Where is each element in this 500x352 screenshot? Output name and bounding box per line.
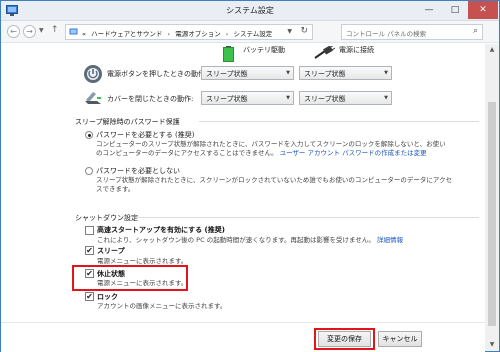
battery-column-header: バッテリ駆動 <box>243 46 285 54</box>
plugged-column-header: 電源に接続 <box>339 46 374 54</box>
hibernate-checkbox[interactable]: ✔ <box>85 269 94 278</box>
search-placeholder: コントロール パネルの検索 <box>346 30 427 38</box>
navigation-bar: ← → ▼ ↑ « ハードウェアとサウンド › 電源オプション › システム設定… <box>1 21 499 43</box>
wake-password-heading: スリープ解除時のパスワード保護 <box>75 118 180 126</box>
section-divider <box>199 121 479 122</box>
power-button-plugged-select[interactable]: スリープ状態 ▼ <box>299 66 392 80</box>
lid-close-label: カバーを閉じたときの動作: <box>107 95 194 103</box>
no-password-label[interactable]: パスワードを必要としない <box>96 166 180 176</box>
scrollbar-thumb[interactable] <box>488 102 496 326</box>
battery-icon <box>223 46 234 62</box>
lid-close-plugged-select[interactable]: スリープ状態 ▼ <box>299 91 392 105</box>
lid-close-battery-select[interactable]: スリープ状態 ▼ <box>201 91 294 105</box>
require-password-desc-2: のコンピューターのデータにアクセスすることはできません。 <box>96 149 278 157</box>
chevron-down-icon: ▼ <box>384 95 388 101</box>
select-value: スリープ状態 <box>206 95 248 103</box>
power-button-icon <box>84 65 102 83</box>
lock-label[interactable]: ロック <box>97 292 118 302</box>
chevron-down-icon: ▼ <box>384 70 388 76</box>
fast-startup-desc-text: これにより、シャットダウン後の PC の起動時間が速くなります。再起動は影響を受… <box>97 236 375 244</box>
breadcrumb-power-options[interactable]: 電源オプション <box>175 30 221 38</box>
breadcrumb-separator: › <box>225 30 229 38</box>
cancel-button[interactable]: キャンセル <box>378 331 422 347</box>
breadcrumb-separator: › <box>167 30 171 38</box>
require-password-radio[interactable] <box>85 131 93 139</box>
hibernate-label[interactable]: 休止状態 <box>97 269 125 279</box>
shutdown-heading: シャットダウン設定 <box>75 214 138 222</box>
breadcrumb-hardware-sound[interactable]: ハードウェアとサウンド <box>91 30 162 38</box>
no-password-desc-2: スできます。 <box>96 185 135 193</box>
section-divider <box>135 217 479 218</box>
sleep-checkbox[interactable]: ✔ <box>85 246 94 255</box>
select-value: スリープ状態 <box>304 70 346 78</box>
power-button-label: 電源ボタンを押したときの動作: <box>107 70 208 78</box>
refresh-icon[interactable]: ↻ <box>300 26 308 36</box>
address-bar[interactable]: « ハードウェアとサウンド › 電源オプション › システム設定 ▼ ↻ <box>65 24 313 40</box>
chevron-down-icon: ▼ <box>286 95 290 101</box>
power-plug-icon <box>314 46 335 59</box>
settings-content: バッテリ駆動 電源に接続 電源ボタンを押したときの動作: スリープ状態 ▼ スリ… <box>1 44 485 322</box>
more-info-link[interactable]: 詳細情報 <box>377 236 403 244</box>
search-icon[interactable]: ⌕ <box>473 26 478 36</box>
fast-startup-desc: これにより、シャットダウン後の PC の起動時間が速くなります。再起動は影響を受… <box>97 236 403 246</box>
minimize-button[interactable]: — <box>416 1 442 19</box>
address-dropdown-icon[interactable]: ▼ <box>287 28 292 35</box>
lock-checkbox[interactable]: ✔ <box>85 292 94 301</box>
no-password-radio[interactable] <box>85 167 93 175</box>
search-box[interactable]: コントロール パネルの検索 ⌕ <box>341 24 483 40</box>
hibernate-desc: 電源メニューに表示されます。 <box>97 279 188 287</box>
breadcrumb: « ハードウェアとサウンド › 電源オプション › システム設定 <box>82 28 272 38</box>
select-value: スリープ状態 <box>304 95 346 103</box>
title-bar: システム設定 — □ ✕ <box>1 1 499 21</box>
forward-button[interactable]: → <box>23 25 36 38</box>
recent-pages-dropdown-icon[interactable]: ▼ <box>39 27 44 34</box>
scroll-up-icon[interactable]: ▲ <box>485 44 499 56</box>
close-button[interactable]: ✕ <box>468 1 498 19</box>
vertical-scrollbar[interactable]: ▲ ▼ <box>485 44 499 351</box>
laptop-lid-icon <box>85 92 101 104</box>
scroll-down-icon[interactable]: ▼ <box>485 339 499 351</box>
back-button[interactable]: ← <box>7 25 20 38</box>
system-settings-window: システム設定 — □ ✕ ← → ▼ ↑ « ハードウェアとサウンド › 電源オ… <box>0 0 500 352</box>
breadcrumb-overflow[interactable]: « <box>82 30 86 38</box>
fast-startup-label[interactable]: 高速スタートアップを有効にする (推奨) <box>97 225 225 235</box>
require-password-desc: のコンピューターのデータにアクセスすることはできません。 ユーザー アカウント … <box>96 149 427 159</box>
fast-startup-checkbox[interactable] <box>85 226 94 235</box>
require-password-label[interactable]: パスワードを必要とする (推奨) <box>96 130 194 140</box>
power-button-battery-select[interactable]: スリープ状態 ▼ <box>201 66 294 80</box>
maximize-button[interactable]: □ <box>442 1 468 19</box>
control-panel-icon <box>69 28 78 35</box>
select-value: スリープ状態 <box>206 70 248 78</box>
chevron-down-icon: ▼ <box>286 70 290 76</box>
change-password-link[interactable]: ユーザー アカウント パスワードの作成または変更 <box>280 149 427 157</box>
no-password-desc-1: スリープ状態が解除されたときに、スクリーンがロックされていないため誰でもお使いの… <box>96 176 453 184</box>
sleep-label[interactable]: スリープ <box>97 246 125 256</box>
breadcrumb-system-settings[interactable]: システム設定 <box>233 30 272 38</box>
lock-desc: アカウントの画像メニューに表示されます。 <box>97 302 227 310</box>
save-changes-button[interactable]: 変更の保存 <box>318 331 371 347</box>
up-level-icon[interactable]: ↑ <box>51 25 59 35</box>
footer-bar: 変更の保存 キャンセル <box>1 322 485 352</box>
